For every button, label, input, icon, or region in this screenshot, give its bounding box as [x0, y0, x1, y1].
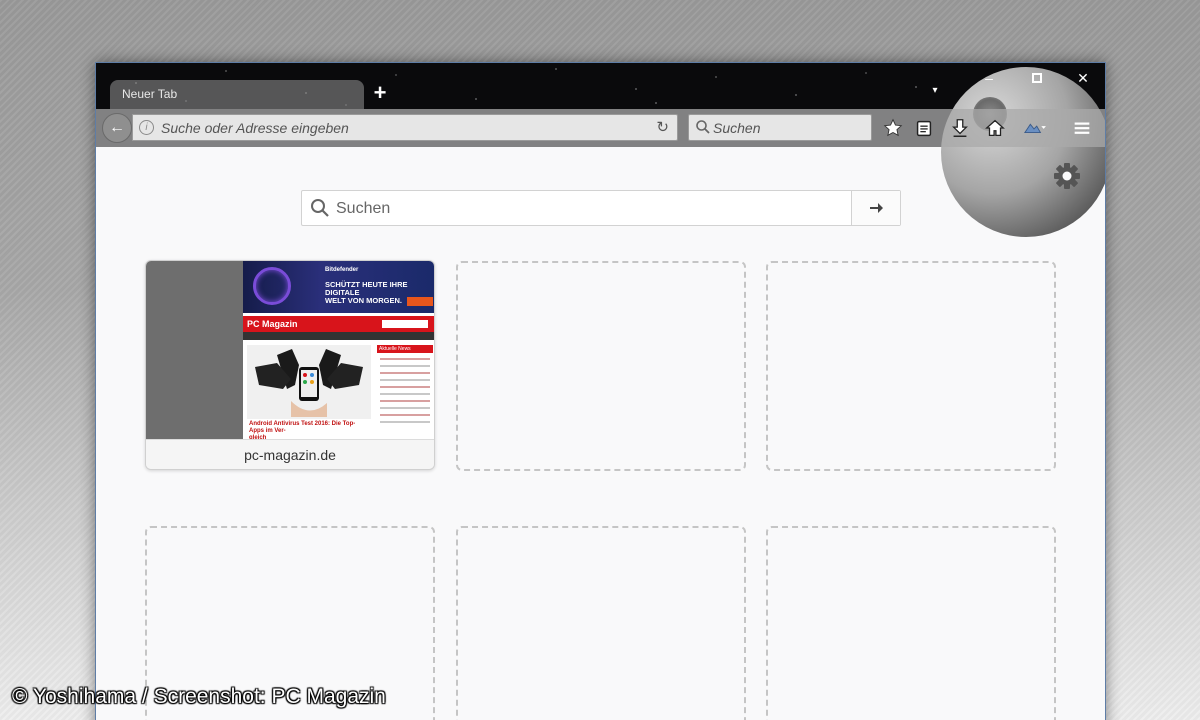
ad-banner: Bitdefender SCHÜTZT HEUTE IHRE DIGITALE …: [243, 261, 434, 313]
nav-toolbar: ← i ↻: [96, 109, 1105, 147]
top-site-tile-pc-magazin[interactable]: Bitdefender SCHÜTZT HEUTE IHRE DIGITALE …: [145, 260, 435, 470]
newtab-search-box[interactable]: [301, 190, 901, 226]
menu-button[interactable]: [1069, 115, 1095, 141]
tile-label: pc-magazin.de: [146, 439, 434, 469]
bookmark-star-button[interactable]: [880, 115, 906, 141]
reading-list-button[interactable]: [911, 115, 937, 141]
home-button[interactable]: [982, 115, 1008, 141]
new-tab-button[interactable]: +: [369, 81, 391, 105]
close-button[interactable]: ✕: [1070, 69, 1096, 87]
maximize-icon: [1032, 73, 1042, 83]
extension-button[interactable]: [1018, 115, 1050, 141]
empty-tile-placeholder: [456, 526, 746, 720]
arrow-right-icon: [870, 203, 883, 213]
reading-list-icon: [916, 120, 932, 137]
empty-tile-placeholder: [456, 261, 746, 471]
downloads-button[interactable]: [947, 115, 973, 141]
site-thumbnail: Bitdefender SCHÜTZT HEUTE IHRE DIGITALE …: [146, 261, 434, 439]
info-icon[interactable]: i: [139, 120, 154, 135]
article-headline[interactable]: Android Antivirus Test 2016: Die Top-App…: [249, 421, 369, 439]
toolbar-search-input[interactable]: [713, 118, 863, 138]
titlebar: Neuer Tab + ▾ – ✕ ← i ↻: [96, 63, 1105, 237]
newtab-search-input[interactable]: [336, 197, 836, 221]
image-credit-watermark: © Yoshihama / Screenshot: PC Magazin: [12, 685, 386, 708]
site-logo: PC Magazin: [247, 319, 298, 329]
news-sidebar: Aktuelle News: [377, 345, 433, 439]
reload-button[interactable]: ↻: [656, 118, 669, 138]
back-button[interactable]: ←: [102, 113, 132, 143]
extension-icon: [1023, 123, 1046, 134]
site-header: PC Magazin: [243, 316, 434, 332]
tab-neuer-tab[interactable]: Neuer Tab: [110, 80, 364, 109]
minimize-button[interactable]: –: [976, 69, 1002, 87]
search-icon: [696, 120, 710, 134]
hero-image: [247, 345, 371, 419]
tab-title: Neuer Tab: [122, 87, 178, 101]
new-tab-page: Bitdefender SCHÜTZT HEUTE IHRE DIGITALE …: [96, 147, 1105, 720]
maximize-button[interactable]: [1024, 69, 1050, 87]
search-icon: [311, 199, 329, 217]
home-icon: [985, 119, 1005, 136]
url-bar[interactable]: i ↻: [132, 114, 678, 141]
browser-window: Neuer Tab + ▾ – ✕ ← i ↻: [95, 62, 1106, 720]
empty-tile-placeholder: [766, 526, 1056, 720]
empty-tile-placeholder: [766, 261, 1056, 471]
download-icon: [952, 119, 968, 137]
toolbar-search-box[interactable]: [688, 114, 872, 141]
url-input[interactable]: [161, 118, 641, 138]
menu-icon: [1074, 122, 1090, 134]
search-go-button[interactable]: [851, 191, 900, 225]
gear-icon[interactable]: [1053, 162, 1081, 190]
list-all-tabs-button[interactable]: ▾: [928, 83, 942, 99]
star-icon: [883, 118, 903, 137]
